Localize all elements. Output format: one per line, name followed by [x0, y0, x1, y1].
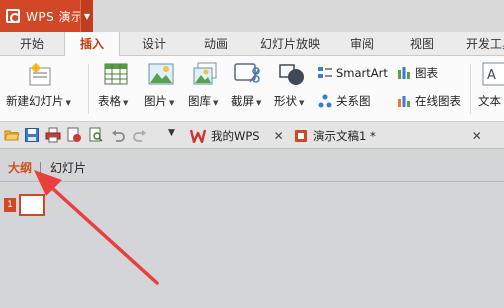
caret-down-icon: ▼ — [213, 99, 219, 107]
doc-tab-presentation-label: 演示文稿1 * — [313, 129, 376, 143]
app-name: WPS 演示 — [26, 9, 84, 24]
print-preview-icon[interactable] — [88, 127, 104, 143]
wps-logo-icon — [6, 9, 20, 23]
tab-outline[interactable]: 大纲 — [8, 159, 32, 176]
close-icon[interactable]: ✕ — [274, 129, 284, 143]
picture-icon — [148, 63, 174, 85]
tab-insert[interactable]: 插入 — [64, 32, 120, 57]
caret-down-icon: ▼ — [256, 99, 262, 107]
online-chart-label: 在线图表 — [415, 94, 461, 108]
table-button[interactable]: 表格 ▼ — [96, 56, 138, 122]
online-chart-button[interactable]: 在线图表 — [397, 92, 461, 110]
shape-icon — [279, 64, 304, 85]
textbox-button[interactable]: A 文本 — [476, 56, 504, 122]
smartart-label: SmartArt — [336, 66, 388, 80]
tab-home[interactable]: 开始 — [12, 32, 52, 56]
online-chart-icon — [398, 96, 410, 107]
title-bar: WPS 演示 ▼ — [0, 0, 504, 32]
new-slide-button[interactable]: 新建幻灯片 ▼ — [4, 56, 82, 122]
ribbon-panel: 新建幻灯片 ▼ 表格 ▼ 图片 ▼ 图库 ▼ 截屏 ▼ 形状 ▼ SmartAr… — [0, 56, 504, 122]
tab-slideshow[interactable]: 幻灯片放映 — [256, 32, 324, 56]
divider — [88, 64, 89, 114]
table-label: 表格 — [98, 94, 121, 108]
screenshot-icon — [234, 63, 260, 83]
caret-down-icon: ▼ — [123, 99, 129, 107]
gallery-icon — [193, 62, 217, 85]
chart-button[interactable]: 图表 — [397, 64, 438, 82]
textbox-label: 文本 — [478, 94, 501, 108]
doc-tab-mywps-label: 我的WPS — [211, 129, 260, 143]
redo-icon[interactable] — [132, 127, 148, 143]
doc-tab-presentation[interactable]: 演示文稿1 * ✕ — [294, 125, 482, 147]
tab-design[interactable]: 设计 — [134, 32, 174, 56]
chevron-down-icon[interactable]: ▼ — [80, 0, 93, 32]
tab-developer[interactable]: 开发工具 — [462, 32, 504, 56]
open-folder-icon[interactable] — [4, 127, 20, 143]
new-slide-icon — [29, 63, 51, 86]
wps-w-icon — [190, 129, 206, 143]
doc-tab-mywps[interactable]: 我的WPS ✕ — [190, 125, 284, 147]
relation-label: 关系图 — [336, 94, 371, 108]
svg-text:A: A — [487, 68, 496, 83]
tab-review[interactable]: 审阅 — [342, 32, 382, 56]
tab-animation[interactable]: 动画 — [196, 32, 236, 56]
slide-number-badge: 1 — [4, 198, 16, 212]
smartart-icon — [318, 67, 332, 78]
chart-label: 图表 — [415, 66, 438, 80]
quick-access-toolbar: ▼ 我的WPS ✕ 演示文稿1 * ✕ — [0, 122, 504, 149]
shape-button[interactable]: 形状 ▼ — [272, 56, 312, 122]
caret-down-icon: ▼ — [65, 99, 71, 107]
gallery-label: 图库 — [188, 94, 211, 108]
app-menu-button[interactable]: WPS 演示 ▼ — [0, 0, 93, 32]
tab-slides[interactable]: 幻灯片 — [50, 159, 86, 176]
slide-outline-pane: 大纲 幻灯片 1 — [0, 150, 504, 308]
save-icon[interactable] — [24, 127, 40, 143]
screenshot-button[interactable]: 截屏 ▼ — [228, 56, 270, 122]
divider — [40, 162, 41, 173]
caret-down-icon: ▼ — [299, 99, 305, 107]
screenshot-label: 截屏 — [231, 94, 254, 108]
presentation-file-icon — [295, 130, 307, 142]
export-pdf-icon[interactable] — [66, 127, 82, 143]
relation-chart-button[interactable]: 关系图 — [318, 92, 371, 110]
undo-icon[interactable] — [110, 127, 126, 143]
gallery-button[interactable]: 图库 ▼ — [186, 56, 228, 122]
relation-icon — [318, 94, 332, 108]
print-icon[interactable] — [45, 127, 61, 143]
table-icon — [104, 63, 128, 85]
textbox-icon: A — [482, 62, 504, 86]
tab-view[interactable]: 视图 — [402, 32, 442, 56]
chart-icon — [398, 67, 410, 79]
caret-down-icon: ▼ — [169, 99, 175, 107]
smartart-button[interactable]: SmartArt — [318, 64, 388, 82]
new-slide-label: 新建幻灯片 — [6, 94, 64, 108]
shape-label: 形状 — [274, 94, 297, 108]
picture-button[interactable]: 图片 ▼ — [142, 56, 184, 122]
ribbon-tabs: 开始 插入 设计 动画 幻灯片放映 审阅 视图 开发工具 — [0, 32, 504, 57]
outline-tab-bar: 大纲 幻灯片 — [0, 150, 504, 182]
close-icon[interactable]: ✕ — [472, 129, 482, 143]
divider — [470, 64, 471, 114]
picture-label: 图片 — [144, 94, 167, 108]
slide-thumbnail[interactable] — [19, 194, 45, 216]
qat-dropdown-icon[interactable]: ▼ — [168, 128, 175, 138]
